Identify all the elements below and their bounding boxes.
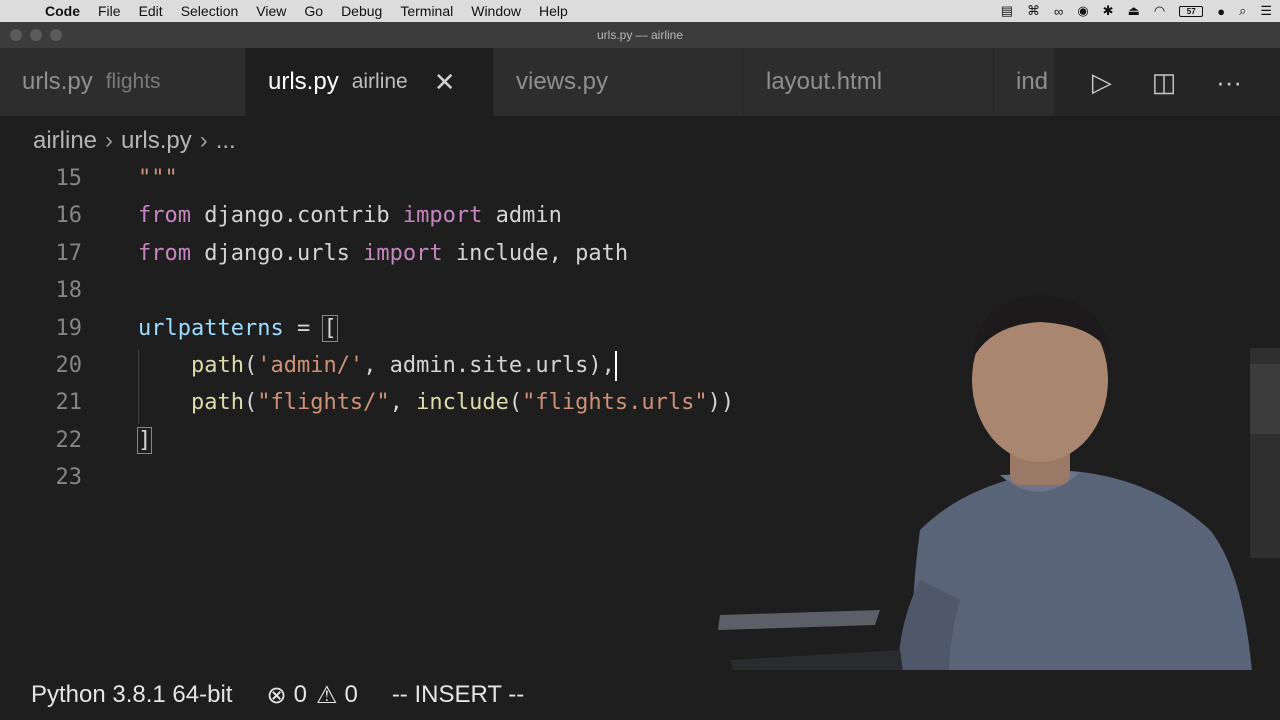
- window-title: urls.py — airline: [596, 28, 684, 42]
- code-text[interactable]: path("flights/", include("flights.urls")…: [138, 390, 734, 415]
- menu-view[interactable]: View: [247, 0, 295, 22]
- line-number: 18: [55, 278, 83, 303]
- window-title-bar: urls.py — airline: [0, 22, 1280, 48]
- split-editor-icon[interactable]: ◫: [1152, 67, 1177, 98]
- error-icon: ⊗: [266, 681, 287, 709]
- tab-description: flights: [105, 70, 161, 93]
- tab-label: urls.py: [22, 68, 93, 95]
- menu-selection[interactable]: Selection: [172, 0, 248, 22]
- line-number: 19: [55, 316, 83, 341]
- line-number: 21: [55, 390, 83, 415]
- battery-icon[interactable]: 57: [1179, 5, 1204, 17]
- menu-debug[interactable]: Debug: [332, 0, 391, 22]
- tab-description: airline: [351, 70, 408, 93]
- window-controls: [10, 29, 62, 41]
- bluetooth-icon[interactable]: ✱: [1103, 3, 1114, 19]
- close-icon[interactable]: ✕: [434, 67, 456, 98]
- text-cursor: [614, 350, 617, 381]
- code-line[interactable]: 20 path('admin/', admin.site.urls),: [0, 347, 1280, 384]
- warning-icon: ⚠: [315, 681, 338, 709]
- menu-bar-status-area: ▤ ⌘ ∞ ◉ ✱ ⏏ ◠ 57 ● ⌕ ☰: [1001, 0, 1272, 22]
- status-bar: Python 3.8.1 64-bit ⊗ 0 ⚠ 0 -- INSERT --: [0, 670, 1280, 720]
- tab-label: urls.py: [268, 68, 339, 95]
- tab-label: layout.html: [766, 68, 883, 95]
- menu-app[interactable]: Code: [36, 0, 89, 22]
- menu-file[interactable]: File: [89, 0, 130, 22]
- code-line[interactable]: 16 from django.contrib import admin: [0, 197, 1280, 234]
- media-icon[interactable]: ◉: [1077, 3, 1088, 19]
- tab-label: ind: [1016, 68, 1049, 95]
- vim-mode: -- INSERT --: [391, 681, 525, 708]
- glasses-icon[interactable]: ∞: [1054, 4, 1063, 19]
- line-number: 15: [55, 166, 83, 191]
- tab-urls-flights[interactable]: urls.py flights: [0, 48, 246, 116]
- search-icon[interactable]: ⌕: [1239, 3, 1246, 19]
- breadcrumb-folder[interactable]: airline: [33, 127, 97, 155]
- menu-edit[interactable]: Edit: [130, 0, 172, 22]
- code-text[interactable]: ]: [136, 427, 153, 454]
- line-number: 16: [55, 203, 83, 228]
- python-interpreter[interactable]: Python 3.8.1 64-bit: [31, 681, 232, 709]
- chevron-right-icon: ›: [199, 127, 208, 154]
- tab-views[interactable]: views.py: [494, 48, 744, 116]
- menu-help[interactable]: Help: [530, 0, 577, 22]
- menu-terminal[interactable]: Terminal: [391, 0, 462, 22]
- menu-bar: Code File Edit Selection View Go Debug T…: [0, 0, 1280, 22]
- code-line[interactable]: 18: [0, 272, 1280, 309]
- code-line[interactable]: 21 path("flights/", include("flights.url…: [0, 384, 1280, 421]
- more-actions-icon[interactable]: ···: [1216, 67, 1242, 98]
- line-number: 20: [55, 353, 83, 378]
- code-line[interactable]: 17 from django.urls import include, path: [0, 235, 1280, 272]
- code-line[interactable]: 19 urlpatterns = [: [0, 310, 1280, 347]
- docker-icon[interactable]: ▤: [1001, 3, 1013, 19]
- line-number: 23: [55, 465, 83, 490]
- breadcrumb-more[interactable]: ...: [216, 127, 236, 155]
- tab-urls-airline[interactable]: urls.py airline ✕: [246, 48, 494, 116]
- chevron-right-icon: ›: [105, 127, 114, 154]
- command-icon[interactable]: ⌘: [1027, 3, 1040, 19]
- list-icon[interactable]: ☰: [1260, 3, 1272, 19]
- code-text[interactable]: """: [138, 166, 178, 191]
- error-count: 0: [293, 681, 307, 708]
- tab-label: views.py: [516, 68, 609, 95]
- problems-indicator[interactable]: ⊗ 0 ⚠ 0: [266, 681, 357, 710]
- warning-count: 0: [344, 681, 358, 708]
- code-text[interactable]: from django.urls import include, path: [138, 241, 628, 266]
- breadcrumb: airline › urls.py › ...: [0, 116, 1280, 166]
- tab-layout[interactable]: layout.html: [744, 48, 994, 116]
- code-editor[interactable]: 15 """ 16 from django.contrib import adm…: [0, 160, 1280, 670]
- zoom-window-icon[interactable]: [50, 29, 62, 41]
- code-text[interactable]: urlpatterns = [: [138, 315, 338, 342]
- wifi-icon[interactable]: ◠: [1154, 3, 1165, 19]
- code-text[interactable]: path('admin/', admin.site.urls),: [138, 350, 617, 381]
- minimize-window-icon[interactable]: [30, 29, 42, 41]
- menu-window[interactable]: Window: [462, 0, 530, 22]
- code-line[interactable]: 22 ]: [0, 422, 1280, 459]
- code-text[interactable]: from django.contrib import admin: [138, 203, 562, 228]
- line-number: 17: [55, 241, 83, 266]
- code-line[interactable]: 15 """: [0, 160, 1280, 197]
- run-icon[interactable]: ▷: [1092, 67, 1112, 98]
- editor-actions: ▷ ◫ ···: [1054, 48, 1280, 116]
- eject-icon[interactable]: ⏏: [1128, 3, 1140, 19]
- close-window-icon[interactable]: [10, 29, 22, 41]
- breadcrumb-file[interactable]: urls.py: [121, 127, 192, 155]
- line-number: 22: [55, 428, 83, 453]
- code-line[interactable]: 23: [0, 459, 1280, 496]
- user-icon[interactable]: ●: [1217, 4, 1225, 19]
- menu-go[interactable]: Go: [295, 0, 332, 22]
- scrollbar-thumb[interactable]: [1250, 364, 1280, 434]
- editor-tab-bar: urls.py flights urls.py airline ✕ views.…: [0, 48, 1280, 116]
